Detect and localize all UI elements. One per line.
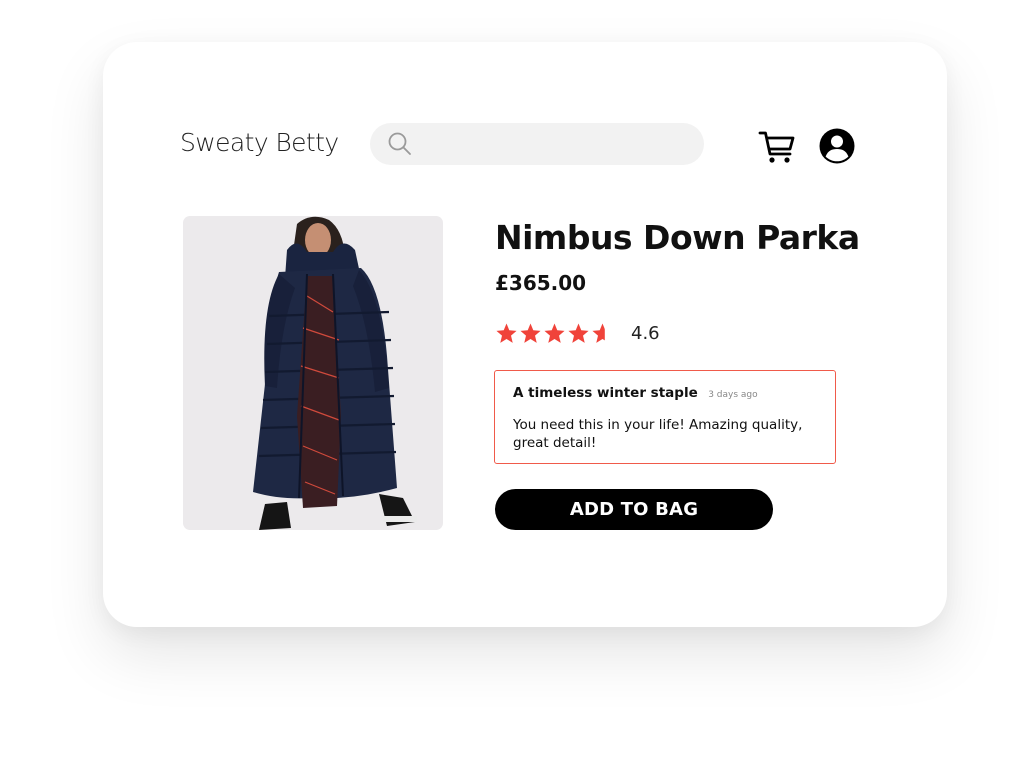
product-price: £365.00 [495, 271, 587, 295]
star-rating [495, 322, 615, 345]
star-icon [496, 322, 517, 343]
product-image [183, 216, 443, 530]
star-icon [544, 322, 565, 343]
add-to-bag-button[interactable]: ADD TO BAG [495, 489, 773, 530]
search-icon[interactable] [387, 131, 413, 157]
search-bar[interactable] [370, 123, 704, 167]
star-icon [520, 322, 541, 343]
review-timestamp: 3 days ago [708, 390, 758, 400]
product-title: Nimbus Down Parka [495, 218, 860, 257]
star-icon [592, 322, 605, 343]
product-rating: 4.6 [495, 320, 660, 346]
cart-icon[interactable] [757, 127, 797, 167]
rating-value: 4.6 [631, 322, 660, 344]
brand-logo[interactable]: Sweaty Betty [180, 128, 339, 157]
user-account-icon[interactable] [818, 127, 856, 165]
review-body: You need this in your life! Amazing qual… [513, 417, 803, 451]
review-card: A timeless winter staple 3 days ago You … [494, 370, 836, 464]
product-card: Sweaty Betty Nimbus Down Parka £365.00 4… [103, 42, 947, 627]
star-icon [568, 322, 589, 343]
search-input[interactable] [422, 123, 696, 167]
review-title: A timeless winter staple [513, 385, 698, 401]
review-header: A timeless winter staple 3 days ago [513, 384, 758, 402]
